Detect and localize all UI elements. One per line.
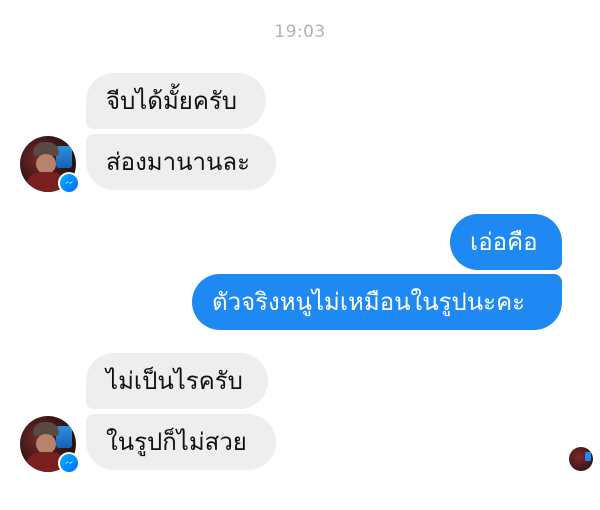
messenger-icon <box>58 452 80 474</box>
sender-avatar[interactable] <box>20 416 80 474</box>
incoming-message[interactable]: ในรูปก็ไม่สวย <box>86 414 276 470</box>
outgoing-message[interactable]: ตัวจริงหนูไม่เหมือนในรูปนะคะ <box>192 274 562 330</box>
incoming-message[interactable]: จีบได้มั้ยครับ <box>86 73 266 129</box>
messenger-icon <box>58 172 80 194</box>
sender-avatar[interactable] <box>20 136 80 194</box>
outgoing-message[interactable]: เอ่อคือ <box>450 214 562 270</box>
message-timestamp: 19:03 <box>274 22 326 42</box>
incoming-message[interactable]: ส่องมานานละ <box>86 134 276 190</box>
incoming-message[interactable]: ไม่เป็นไรครับ <box>86 353 268 409</box>
seen-avatar-icon <box>569 447 593 471</box>
